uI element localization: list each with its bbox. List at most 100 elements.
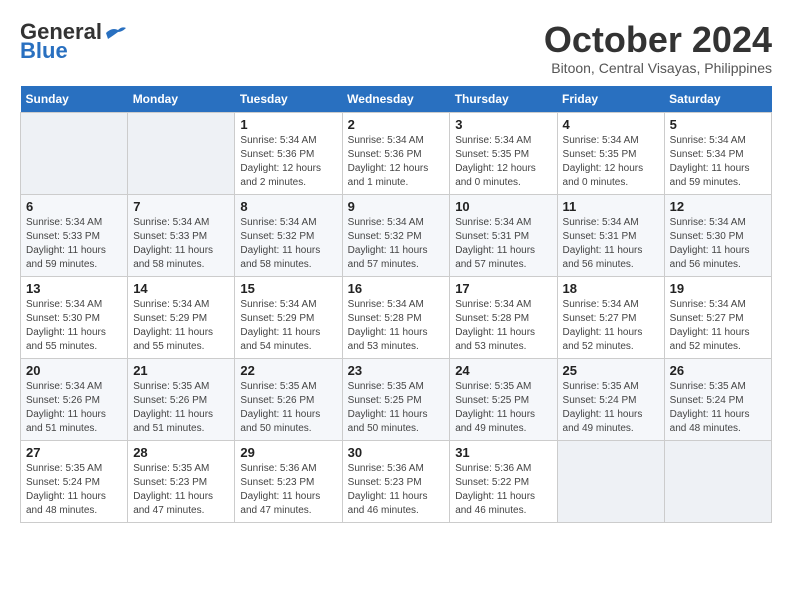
logo-bird-icon (104, 25, 126, 41)
title-block: October 2024 Bitoon, Central Visayas, Ph… (544, 20, 772, 76)
day-info: Sunrise: 5:36 AM Sunset: 5:22 PM Dayligh… (455, 462, 551, 518)
calendar-cell: 18 Sunrise: 5:34 AM Sunset: 5:27 PM Dayli… (557, 276, 664, 358)
day-number: 19 (670, 281, 766, 296)
day-info: Sunrise: 5:34 AM Sunset: 5:36 PM Dayligh… (348, 134, 445, 190)
day-number: 18 (563, 281, 659, 296)
calendar-week-row: 1 Sunrise: 5:34 AM Sunset: 5:36 PM Daylig… (21, 112, 772, 194)
day-number: 2 (348, 117, 445, 132)
day-number: 7 (133, 199, 229, 214)
day-info: Sunrise: 5:34 AM Sunset: 5:29 PM Dayligh… (133, 298, 229, 354)
day-number: 8 (240, 199, 336, 214)
day-number: 26 (670, 363, 766, 378)
day-info: Sunrise: 5:35 AM Sunset: 5:25 PM Dayligh… (455, 380, 551, 436)
calendar-cell: 8 Sunrise: 5:34 AM Sunset: 5:32 PM Daylig… (235, 194, 342, 276)
day-info: Sunrise: 5:35 AM Sunset: 5:24 PM Dayligh… (670, 380, 766, 436)
calendar-cell: 12Sunrise: 5:34 AM Sunset: 5:30 PM Dayli… (664, 194, 771, 276)
day-info: Sunrise: 5:34 AM Sunset: 5:35 PM Dayligh… (563, 134, 659, 190)
day-info: Sunrise: 5:34 AM Sunset: 5:29 PM Dayligh… (240, 298, 336, 354)
calendar-cell (557, 440, 664, 522)
day-info: Sunrise: 5:35 AM Sunset: 5:25 PM Dayligh… (348, 380, 445, 436)
day-number: 4 (563, 117, 659, 132)
day-info: Sunrise: 5:34 AM Sunset: 5:31 PM Dayligh… (563, 216, 659, 272)
day-info: Sunrise: 5:34 AM Sunset: 5:32 PM Dayligh… (348, 216, 445, 272)
calendar-cell: 17 Sunrise: 5:34 AM Sunset: 5:28 PM Dayli… (450, 276, 557, 358)
day-number: 31 (455, 445, 551, 460)
day-number: 16 (348, 281, 445, 296)
weekday-header-thursday: Thursday (450, 86, 557, 113)
day-number: 22 (240, 363, 336, 378)
day-number: 5 (670, 117, 766, 132)
calendar-cell: 13 Sunrise: 5:34 AM Sunset: 5:30 PM Dayli… (21, 276, 128, 358)
day-number: 3 (455, 117, 551, 132)
day-number: 27 (26, 445, 122, 460)
day-info: Sunrise: 5:34 AM Sunset: 5:34 PM Dayligh… (670, 134, 766, 190)
logo-blue-text: Blue (20, 40, 68, 62)
day-info: Sunrise: 5:35 AM Sunset: 5:24 PM Dayligh… (563, 380, 659, 436)
day-number: 21 (133, 363, 229, 378)
logo: General Blue (20, 20, 126, 62)
calendar-cell: 25 Sunrise: 5:35 AM Sunset: 5:24 PM Dayli… (557, 358, 664, 440)
day-number: 17 (455, 281, 551, 296)
calendar-week-row: 20 Sunrise: 5:34 AM Sunset: 5:26 PM Dayli… (21, 358, 772, 440)
day-number: 1 (240, 117, 336, 132)
calendar-cell (664, 440, 771, 522)
day-info: Sunrise: 5:34 AM Sunset: 5:27 PM Dayligh… (563, 298, 659, 354)
day-info: Sunrise: 5:34 AM Sunset: 5:32 PM Dayligh… (240, 216, 336, 272)
day-info: Sunrise: 5:34 AM Sunset: 5:30 PM Dayligh… (26, 298, 122, 354)
weekday-header-friday: Friday (557, 86, 664, 113)
day-info: Sunrise: 5:34 AM Sunset: 5:33 PM Dayligh… (133, 216, 229, 272)
day-number: 24 (455, 363, 551, 378)
calendar-table: SundayMondayTuesdayWednesdayThursdayFrid… (20, 86, 772, 523)
day-info: Sunrise: 5:34 AM Sunset: 5:26 PM Dayligh… (26, 380, 122, 436)
calendar-cell: 19 Sunrise: 5:34 AM Sunset: 5:27 PM Dayli… (664, 276, 771, 358)
day-info: Sunrise: 5:34 AM Sunset: 5:28 PM Dayligh… (455, 298, 551, 354)
day-info: Sunrise: 5:35 AM Sunset: 5:24 PM Dayligh… (26, 462, 122, 518)
page-header: General Blue October 2024 Bitoon, Centra… (20, 20, 772, 76)
day-number: 13 (26, 281, 122, 296)
calendar-cell: 9Sunrise: 5:34 AM Sunset: 5:32 PM Daylig… (342, 194, 450, 276)
day-info: Sunrise: 5:36 AM Sunset: 5:23 PM Dayligh… (240, 462, 336, 518)
calendar-cell: 22Sunrise: 5:35 AM Sunset: 5:26 PM Dayli… (235, 358, 342, 440)
weekday-header-tuesday: Tuesday (235, 86, 342, 113)
day-info: Sunrise: 5:34 AM Sunset: 5:30 PM Dayligh… (670, 216, 766, 272)
weekday-header-saturday: Saturday (664, 86, 771, 113)
calendar-week-row: 27 Sunrise: 5:35 AM Sunset: 5:24 PM Dayli… (21, 440, 772, 522)
calendar-cell: 5 Sunrise: 5:34 AM Sunset: 5:34 PM Daylig… (664, 112, 771, 194)
day-info: Sunrise: 5:34 AM Sunset: 5:35 PM Dayligh… (455, 134, 551, 190)
calendar-cell: 4 Sunrise: 5:34 AM Sunset: 5:35 PM Daylig… (557, 112, 664, 194)
calendar-cell: 27 Sunrise: 5:35 AM Sunset: 5:24 PM Dayli… (21, 440, 128, 522)
calendar-cell: 30Sunrise: 5:36 AM Sunset: 5:23 PM Dayli… (342, 440, 450, 522)
calendar-cell: 20 Sunrise: 5:34 AM Sunset: 5:26 PM Dayli… (21, 358, 128, 440)
day-info: Sunrise: 5:34 AM Sunset: 5:28 PM Dayligh… (348, 298, 445, 354)
weekday-header-wednesday: Wednesday (342, 86, 450, 113)
calendar-cell: 6 Sunrise: 5:34 AM Sunset: 5:33 PM Daylig… (21, 194, 128, 276)
day-info: Sunrise: 5:35 AM Sunset: 5:26 PM Dayligh… (133, 380, 229, 436)
day-info: Sunrise: 5:35 AM Sunset: 5:23 PM Dayligh… (133, 462, 229, 518)
weekday-header-sunday: Sunday (21, 86, 128, 113)
day-number: 28 (133, 445, 229, 460)
day-number: 25 (563, 363, 659, 378)
day-number: 20 (26, 363, 122, 378)
day-number: 14 (133, 281, 229, 296)
calendar-cell: 2 Sunrise: 5:34 AM Sunset: 5:36 PM Daylig… (342, 112, 450, 194)
calendar-cell (128, 112, 235, 194)
day-number: 11 (563, 199, 659, 214)
weekday-header-row: SundayMondayTuesdayWednesdayThursdayFrid… (21, 86, 772, 113)
calendar-cell: 11 Sunrise: 5:34 AM Sunset: 5:31 PM Dayli… (557, 194, 664, 276)
calendar-cell: 10Sunrise: 5:34 AM Sunset: 5:31 PM Dayli… (450, 194, 557, 276)
calendar-cell: 3 Sunrise: 5:34 AM Sunset: 5:35 PM Daylig… (450, 112, 557, 194)
day-number: 23 (348, 363, 445, 378)
calendar-cell (21, 112, 128, 194)
day-info: Sunrise: 5:34 AM Sunset: 5:27 PM Dayligh… (670, 298, 766, 354)
calendar-cell: 28 Sunrise: 5:35 AM Sunset: 5:23 PM Dayli… (128, 440, 235, 522)
day-number: 6 (26, 199, 122, 214)
calendar-cell: 1Sunrise: 5:34 AM Sunset: 5:36 PM Daylig… (235, 112, 342, 194)
calendar-cell: 31 Sunrise: 5:36 AM Sunset: 5:22 PM Dayli… (450, 440, 557, 522)
day-number: 15 (240, 281, 336, 296)
calendar-cell: 15 Sunrise: 5:34 AM Sunset: 5:29 PM Dayli… (235, 276, 342, 358)
day-info: Sunrise: 5:34 AM Sunset: 5:33 PM Dayligh… (26, 216, 122, 272)
day-number: 30 (348, 445, 445, 460)
location-subtitle: Bitoon, Central Visayas, Philippines (544, 60, 772, 76)
calendar-cell: 7 Sunrise: 5:34 AM Sunset: 5:33 PM Daylig… (128, 194, 235, 276)
weekday-header-monday: Monday (128, 86, 235, 113)
